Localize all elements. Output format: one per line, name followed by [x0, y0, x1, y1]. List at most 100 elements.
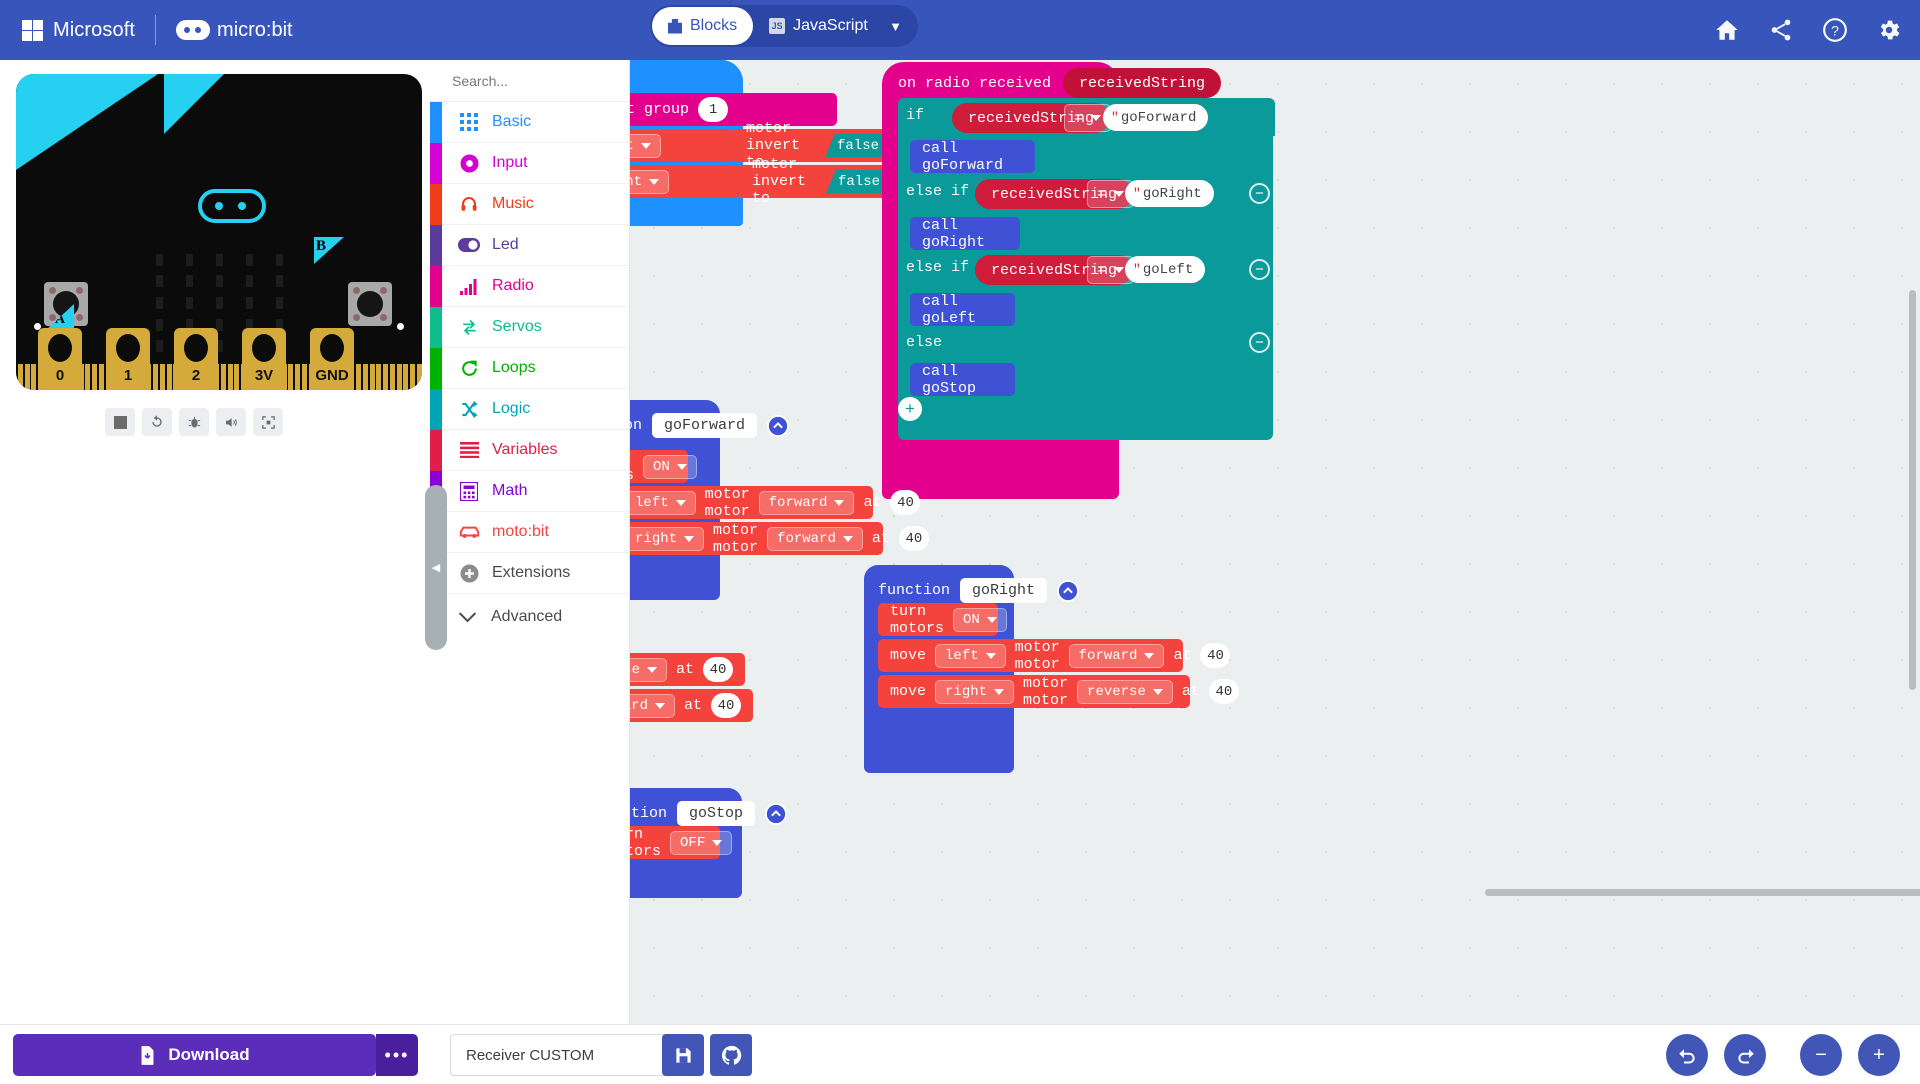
move-direction-dropdown[interactable]: forward — [1068, 643, 1165, 668]
block-set-right-motor-invert[interactable]: set right — [630, 165, 740, 198]
if-1-string-value[interactable]: " goForward — [1103, 104, 1209, 131]
move-side-dropdown[interactable]: left — [630, 490, 696, 515]
github-button[interactable] — [710, 1034, 752, 1076]
move-left-block-goforward[interactable]: move left motor motor forward at 40 — [630, 486, 921, 520]
toolbox-category-loops[interactable]: Loops — [430, 348, 629, 389]
toolbox-category-motobit[interactable]: moto:bit — [430, 512, 629, 553]
move-direction-dropdown[interactable]: forward — [767, 526, 863, 551]
if-3-string-value[interactable]: " goLeft — [1125, 256, 1206, 283]
call-goforward-block[interactable]: call goForward — [910, 140, 1035, 174]
move-direction-dropdown[interactable]: reverse — [630, 657, 667, 682]
save-button[interactable] — [662, 1034, 704, 1076]
toolbox-category-radio[interactable]: Radio — [430, 266, 629, 307]
move-speed-value[interactable]: 40 — [711, 693, 741, 718]
microsoft-logo[interactable]: Microsoft — [22, 19, 135, 42]
zoom-in-button[interactable]: + — [1858, 1034, 1900, 1076]
collapse-icon[interactable] — [765, 802, 788, 825]
if-2-string-value[interactable]: " goRight — [1125, 180, 1214, 207]
motor-side-dropdown[interactable]: right — [630, 169, 670, 194]
search-input[interactable] — [452, 72, 633, 89]
remove-branch-3-icon[interactable]: − — [1249, 259, 1270, 280]
button-b[interactable] — [348, 282, 392, 326]
call-gostop-block[interactable]: call goStop — [910, 363, 1015, 397]
remove-branch-2-icon[interactable]: − — [1249, 183, 1270, 204]
redo-button[interactable] — [1724, 1034, 1766, 1076]
move-speed-value[interactable]: 40 — [1208, 679, 1239, 704]
motor-side-dropdown[interactable]: left — [630, 133, 661, 158]
move-side-dropdown[interactable]: right — [935, 679, 1015, 704]
fullscreen-icon[interactable] — [253, 408, 283, 436]
move-right-block-goforward[interactable]: move right motor motor forward at 40 — [630, 522, 929, 556]
turn-motors-dropdown[interactable]: ON — [953, 607, 1007, 632]
zoom-out-button[interactable]: − — [1800, 1034, 1842, 1076]
move-block-goleft-1[interactable]: motor motor reverse at 40 — [630, 653, 745, 686]
function-name[interactable]: goStop — [677, 801, 756, 826]
microbit-logo-touch[interactable] — [198, 189, 266, 223]
toolbox-category-input[interactable]: Input — [430, 143, 629, 184]
turn-motors-block-goright[interactable]: turn motors ON — [878, 603, 1007, 637]
horizontal-scrollbar[interactable] — [1485, 889, 1920, 896]
move-direction-dropdown[interactable]: reverse — [1077, 679, 1173, 704]
microbit-simulator[interactable]: B A 0 1 2 3V GND — [16, 74, 422, 390]
chevron-down-icon[interactable]: ▼ — [889, 19, 902, 34]
collapse-icon[interactable] — [1057, 579, 1080, 602]
toolbox-category-led[interactable]: Led — [430, 225, 629, 266]
move-speed-value[interactable]: 40 — [1200, 643, 1231, 668]
blocks-workspace[interactable]: on start radio set group 1 set left moto… — [630, 60, 1920, 1024]
move-left-block-goright[interactable]: move left motor motor forward at 40 — [878, 639, 1231, 673]
move-side-dropdown[interactable]: left — [935, 643, 1006, 668]
move-direction-dropdown[interactable]: forward — [630, 693, 675, 718]
move-speed-value[interactable]: 40 — [703, 657, 733, 682]
toolbox-collapse-handle[interactable] — [425, 485, 447, 650]
debug-icon[interactable] — [179, 408, 209, 436]
move-speed-value[interactable]: 40 — [898, 526, 929, 551]
turn-motors-dropdown[interactable]: ON — [643, 454, 697, 479]
toolbox-category-math[interactable]: Math — [430, 471, 629, 512]
pin-gnd[interactable]: GND — [310, 328, 354, 390]
function-name[interactable]: goRight — [960, 578, 1048, 603]
toolbox-advanced-toggle[interactable]: Advanced — [430, 594, 629, 640]
editor-mode-switch[interactable]: Blocks JS JavaScript ▼ — [650, 5, 918, 47]
home-icon[interactable] — [1714, 17, 1740, 43]
tab-blocks[interactable]: Blocks — [652, 7, 754, 45]
toolbox-category-extensions[interactable]: Extensions — [430, 553, 629, 594]
microbit-logo[interactable]: micro:bit — [176, 19, 293, 42]
move-speed-value[interactable]: 40 — [890, 490, 921, 515]
download-button[interactable]: Download — [13, 1034, 376, 1076]
radio-group-value[interactable]: 1 — [698, 97, 729, 122]
help-icon[interactable]: ? — [1822, 17, 1848, 43]
toolbox-category-variables[interactable]: Variables — [430, 430, 629, 471]
share-icon[interactable] — [1768, 17, 1794, 43]
block-set-left-motor-invert[interactable]: set left — [630, 129, 734, 162]
toolbox-category-servos[interactable]: Servos — [430, 307, 629, 348]
vertical-scrollbar[interactable] — [1909, 290, 1916, 690]
move-right-block-goright[interactable]: move right motor motor reverse at 40 — [878, 675, 1239, 709]
stop-icon[interactable] — [105, 408, 135, 436]
turn-motors-dropdown[interactable]: OFF — [670, 830, 733, 855]
move-block-goleft-2[interactable]: motor motor forward at 40 — [630, 689, 753, 722]
turn-motors-block-gostop[interactable]: turn motors OFF — [630, 826, 733, 860]
toolbox-category-logic[interactable]: Logic — [430, 389, 629, 430]
call-goright-block[interactable]: call goRight — [910, 217, 1020, 251]
pin-0[interactable]: 0 — [38, 328, 82, 390]
radio-param-pill[interactable]: receivedString — [1063, 68, 1222, 98]
call-goleft-block[interactable]: call goLeft — [910, 293, 1015, 327]
move-direction-dropdown[interactable]: forward — [758, 490, 855, 515]
remove-else-icon[interactable]: − — [1249, 332, 1270, 353]
pin-3v[interactable]: 3V — [242, 328, 286, 390]
download-more-button[interactable]: ••• — [376, 1034, 418, 1076]
restart-icon[interactable] — [142, 408, 172, 436]
sound-icon[interactable] — [216, 408, 246, 436]
turn-motors-block-goforward[interactable]: turn motors ON — [630, 450, 697, 484]
collapse-icon[interactable] — [767, 414, 790, 437]
tab-javascript[interactable]: JS JavaScript — [753, 7, 884, 45]
pin-2[interactable]: 2 — [174, 328, 218, 390]
add-branch-icon[interactable]: + — [898, 397, 922, 421]
pin-1[interactable]: 1 — [106, 328, 150, 390]
toolbox-category-music[interactable]: Music — [430, 184, 629, 225]
settings-icon[interactable] — [1876, 17, 1902, 43]
project-name-field[interactable]: Receiver CUSTOM — [450, 1034, 680, 1076]
function-name[interactable]: goForward — [652, 413, 758, 438]
undo-button[interactable] — [1666, 1034, 1708, 1076]
toolbox-category-basic[interactable]: Basic — [430, 102, 629, 143]
